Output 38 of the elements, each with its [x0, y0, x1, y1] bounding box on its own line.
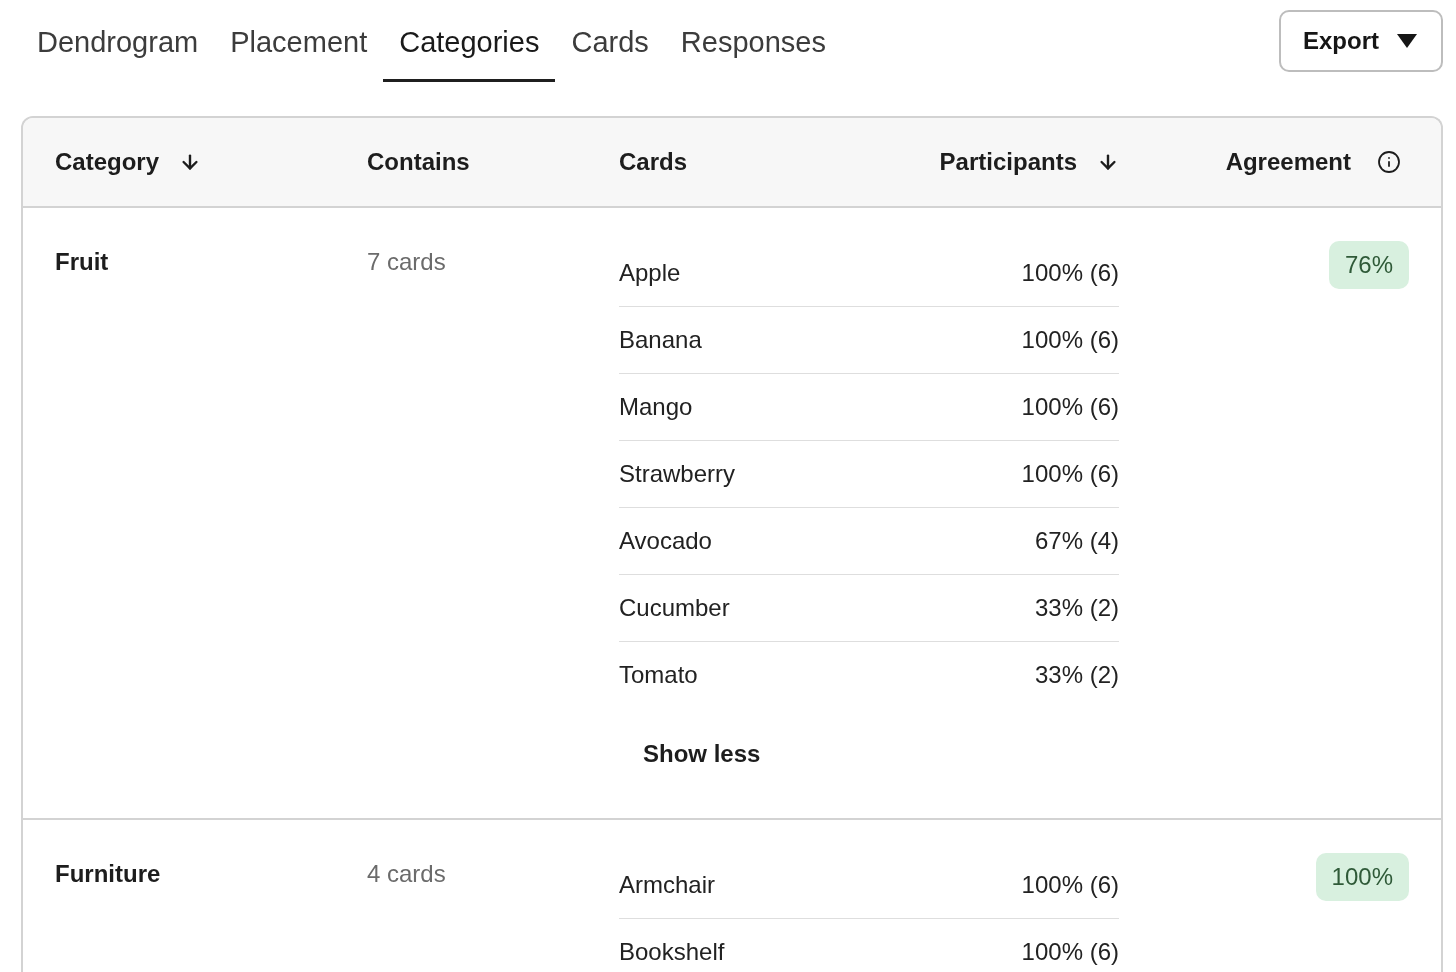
show-less-button[interactable]: Show less: [619, 732, 785, 776]
info-icon[interactable]: [1377, 150, 1401, 174]
tab[interactable]: Cards: [555, 0, 665, 82]
participant-share: 100% (6): [1021, 326, 1119, 354]
tab[interactable]: Responses: [664, 0, 842, 82]
card-count: 7 cards: [367, 247, 446, 276]
tab[interactable]: Categories: [383, 0, 556, 82]
category-name: Fruit: [55, 247, 109, 276]
participant-share: 67% (4): [1034, 527, 1119, 555]
participant-share: 100% (6): [1021, 259, 1119, 287]
caret-icon: [1397, 34, 1417, 48]
card-name: Tomato: [619, 661, 698, 689]
column-header: Contains: [367, 148, 470, 176]
column-header: Cards: [619, 148, 688, 176]
card-name: Apple: [619, 259, 681, 287]
card-name: Banana: [619, 326, 702, 354]
tab[interactable]: Dendrogram: [21, 0, 215, 82]
column-header[interactable]: Participants: [939, 148, 1077, 176]
participant-share: 100% (6): [1021, 393, 1119, 421]
participant-share: 100% (6): [1021, 871, 1119, 899]
card-name: Bookshelf: [619, 938, 725, 966]
participant-share: 33% (2): [1034, 594, 1119, 622]
column-header[interactable]: Category: [55, 148, 160, 176]
participant-share: 100% (6): [1021, 460, 1119, 488]
card-name: Armchair: [619, 871, 715, 899]
card-name: Cucumber: [619, 594, 730, 622]
participant-share: 100% (6): [1021, 938, 1119, 966]
agreement-badge: 76%: [1328, 241, 1409, 289]
tab[interactable]: Placement: [214, 0, 384, 82]
column-header: Agreement: [1225, 148, 1351, 176]
card-name: Avocado: [619, 527, 712, 555]
card-name: Strawberry: [619, 460, 736, 488]
agreement-badge: 100%: [1315, 853, 1409, 901]
card-count: 4 cards: [367, 859, 446, 888]
category-name: Furniture: [55, 859, 161, 888]
export-button[interactable]: Export: [1279, 10, 1443, 72]
participant-share: 33% (2): [1034, 661, 1119, 689]
card-name: Mango: [619, 393, 693, 421]
